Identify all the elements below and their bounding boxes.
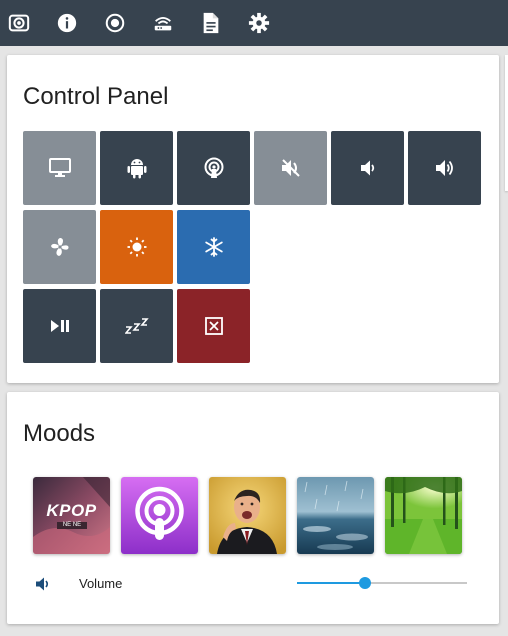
play-pause-icon	[50, 320, 69, 332]
sleep-icon	[124, 318, 149, 334]
comedy-mood[interactable]	[209, 477, 286, 554]
snowflake-icon	[204, 237, 223, 257]
moods-title: Moods	[23, 420, 96, 447]
podcasts-mood[interactable]	[121, 477, 198, 554]
router-icon[interactable]	[151, 11, 175, 35]
sleep-tile[interactable]	[100, 289, 173, 363]
volume-icon[interactable]	[34, 575, 52, 593]
play-pause-tile[interactable]	[23, 289, 96, 363]
tv-tile[interactable]	[23, 131, 96, 205]
airplay-tile[interactable]	[177, 131, 250, 205]
heat-tile[interactable]	[100, 210, 173, 284]
document-icon[interactable]	[199, 11, 223, 35]
volume-down-tile[interactable]	[331, 131, 404, 205]
monitor-icon	[48, 158, 71, 177]
slider-thumb[interactable]	[359, 577, 371, 589]
control-panel-title: Control Panel	[23, 83, 169, 110]
podcasts-icon	[121, 477, 198, 554]
volume-slider[interactable]	[297, 576, 467, 590]
kpop-sublabel: NE NE	[57, 522, 87, 529]
rain-mood[interactable]	[297, 477, 374, 554]
forest-mood[interactable]	[385, 477, 462, 554]
kpop-label: KPOP	[46, 501, 97, 520]
settings-icon[interactable]	[247, 11, 271, 35]
top-toolbar	[0, 0, 508, 46]
volume-high-icon	[435, 160, 453, 176]
radio-icon[interactable]	[103, 11, 127, 35]
fan-tile[interactable]	[23, 210, 96, 284]
kpop-mood[interactable]: KPOP NE NE	[33, 477, 110, 554]
sun-icon	[127, 237, 146, 257]
info-icon[interactable]	[55, 11, 79, 35]
airplay-icon	[204, 157, 223, 178]
volume-up-tile[interactable]	[408, 131, 481, 205]
volume-low-icon	[360, 160, 374, 176]
slider-fill	[297, 582, 365, 584]
moods-card: Moods KPOP NE NE Volume	[7, 392, 499, 624]
volume-mute-icon	[281, 159, 300, 177]
cool-tile[interactable]	[177, 210, 250, 284]
android-icon	[127, 159, 146, 179]
mute-tile[interactable]	[254, 131, 327, 205]
close-box-icon	[204, 317, 223, 335]
volume-label: Volume	[79, 576, 123, 591]
android-tile[interactable]	[100, 131, 173, 205]
camera-icon[interactable]	[7, 11, 31, 35]
control-panel-card: Control Panel	[7, 55, 499, 383]
fan-icon	[50, 238, 69, 256]
close-tile[interactable]	[177, 289, 250, 363]
